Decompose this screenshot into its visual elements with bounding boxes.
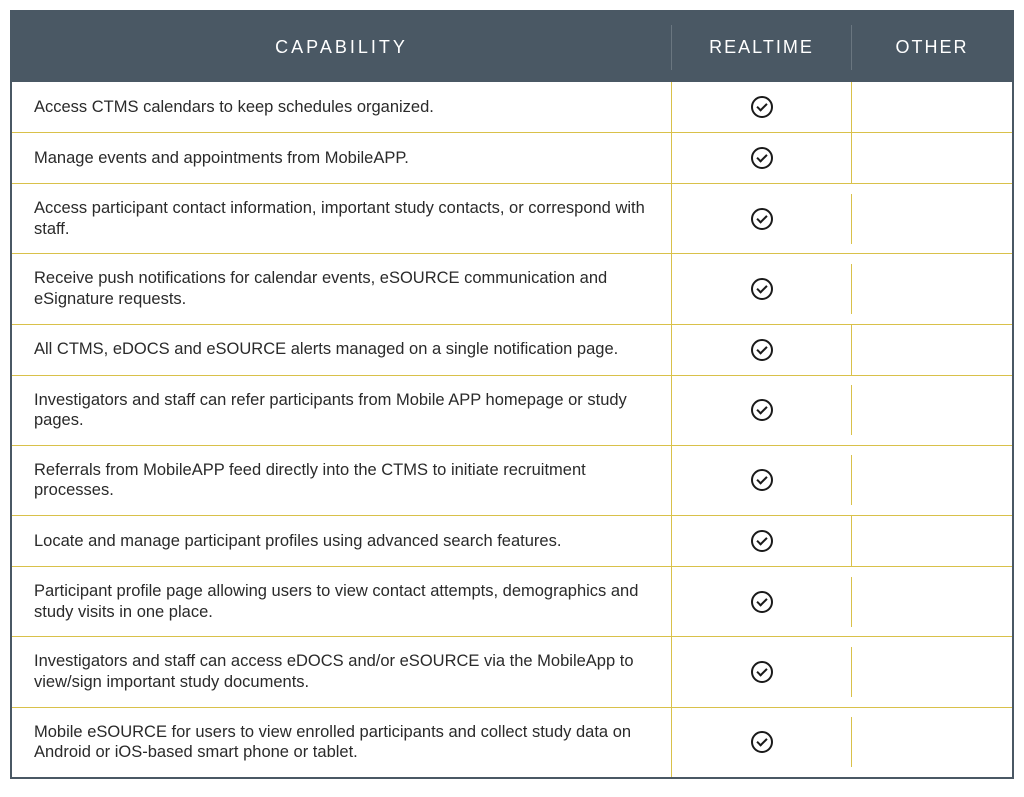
cell-realtime [672, 647, 852, 697]
capability-table: CAPABILITY REALTIME OTHER Access CTMS ca… [10, 10, 1014, 779]
cell-capability: Investigators and staff can access eDOCS… [12, 637, 672, 706]
check-circle-icon [751, 147, 773, 169]
cell-other [852, 516, 1012, 566]
table-row: Access CTMS calendars to keep schedules … [12, 82, 1012, 133]
cell-realtime [672, 717, 852, 767]
cell-realtime [672, 194, 852, 244]
check-circle-icon [751, 469, 773, 491]
cell-capability: Receive push notifications for calendar … [12, 254, 672, 323]
cell-capability: Manage events and appointments from Mobi… [12, 133, 672, 183]
cell-capability: Access participant contact information, … [12, 184, 672, 253]
table-row: Access participant contact information, … [12, 184, 1012, 254]
cell-other [852, 194, 1012, 244]
cell-realtime [672, 455, 852, 505]
cell-other [852, 647, 1012, 697]
cell-capability: Access CTMS calendars to keep schedules … [12, 82, 672, 132]
check-circle-icon [751, 591, 773, 613]
cell-other [852, 133, 1012, 183]
check-circle-icon [751, 278, 773, 300]
cell-realtime [672, 133, 852, 183]
table-row: Investigators and staff can refer partic… [12, 376, 1012, 446]
cell-capability: Participant profile page allowing users … [12, 567, 672, 636]
cell-realtime [672, 577, 852, 627]
check-circle-icon [751, 530, 773, 552]
cell-realtime [672, 82, 852, 132]
check-circle-icon [751, 399, 773, 421]
cell-other [852, 455, 1012, 505]
cell-realtime [672, 264, 852, 314]
check-circle-icon [751, 208, 773, 230]
cell-realtime [672, 325, 852, 375]
table-row: Participant profile page allowing users … [12, 567, 1012, 637]
check-circle-icon [751, 339, 773, 361]
cell-realtime [672, 385, 852, 435]
cell-other [852, 385, 1012, 435]
cell-capability: All CTMS, eDOCS and eSOURCE alerts manag… [12, 325, 672, 375]
check-circle-icon [751, 731, 773, 753]
check-circle-icon [751, 661, 773, 683]
cell-capability: Mobile eSOURCE for users to view enrolle… [12, 708, 672, 777]
cell-capability: Investigators and staff can refer partic… [12, 376, 672, 445]
table-row: All CTMS, eDOCS and eSOURCE alerts manag… [12, 325, 1012, 376]
table-row: Receive push notifications for calendar … [12, 254, 1012, 324]
table-row: Investigators and staff can access eDOCS… [12, 637, 1012, 707]
table-row: Mobile eSOURCE for users to view enrolle… [12, 708, 1012, 777]
table-row: Manage events and appointments from Mobi… [12, 133, 1012, 184]
cell-other [852, 264, 1012, 314]
cell-capability: Referrals from MobileAPP feed directly i… [12, 446, 672, 515]
header-realtime: REALTIME [672, 25, 852, 70]
cell-capability: Locate and manage participant profiles u… [12, 516, 672, 566]
cell-other [852, 577, 1012, 627]
cell-realtime [672, 516, 852, 566]
table-header: CAPABILITY REALTIME OTHER [12, 12, 1012, 82]
header-capability: CAPABILITY [12, 25, 672, 70]
table-body: Access CTMS calendars to keep schedules … [12, 82, 1012, 777]
check-circle-icon [751, 96, 773, 118]
table-row: Referrals from MobileAPP feed directly i… [12, 446, 1012, 516]
table-row: Locate and manage participant profiles u… [12, 516, 1012, 567]
cell-other [852, 82, 1012, 132]
cell-other [852, 325, 1012, 375]
header-other: OTHER [852, 25, 1012, 70]
cell-other [852, 717, 1012, 767]
